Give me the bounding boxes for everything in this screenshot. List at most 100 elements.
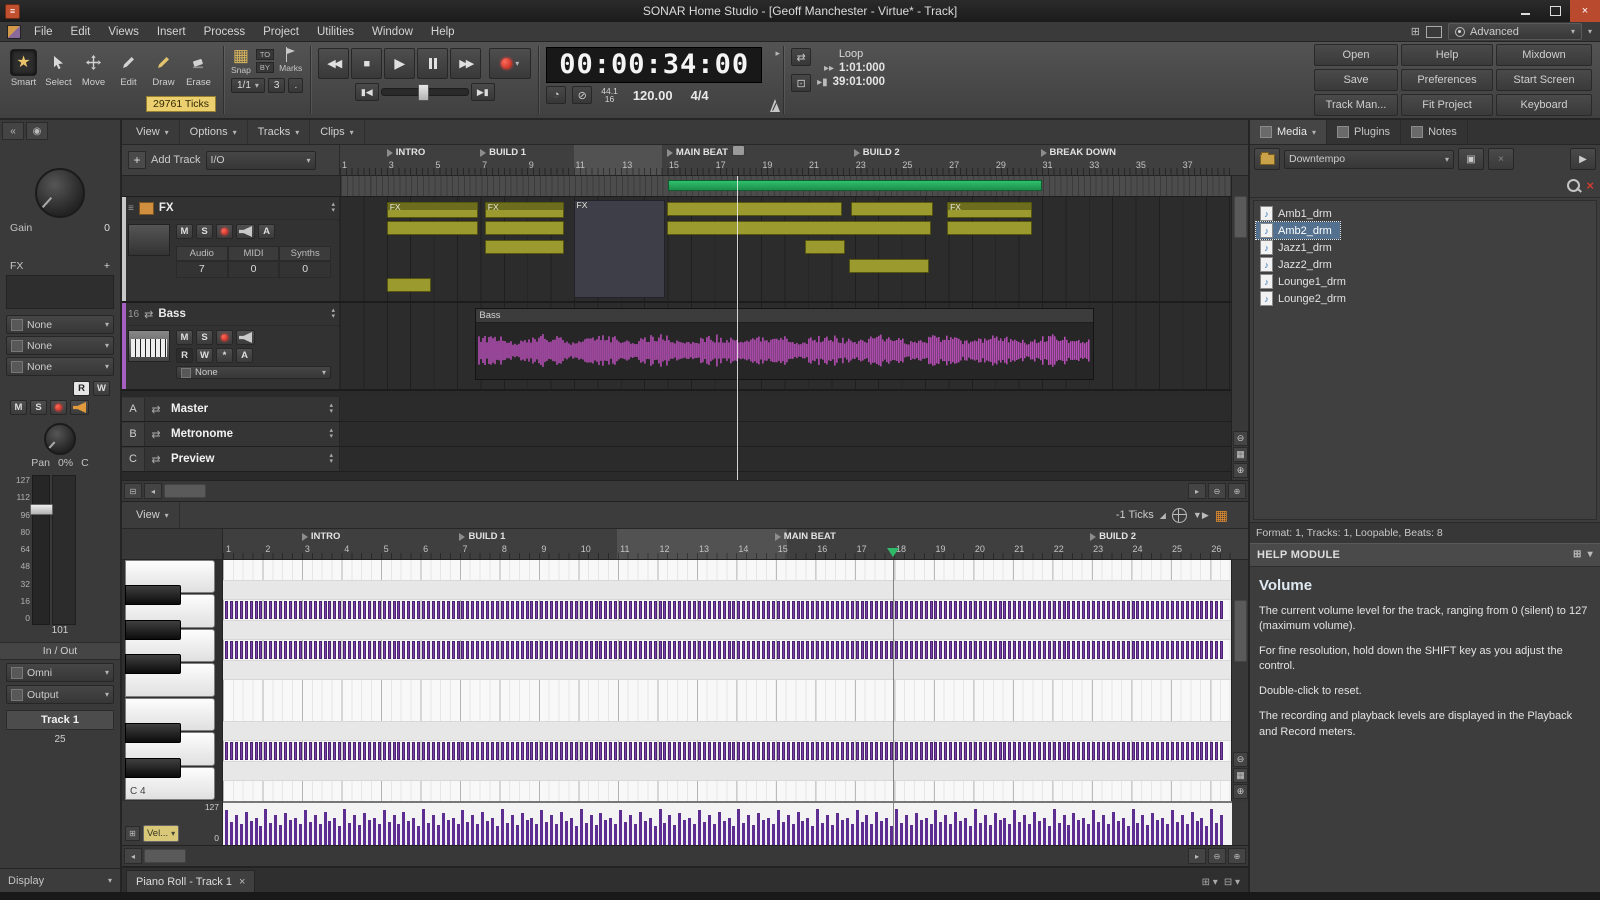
- tool-select[interactable]: Select: [41, 46, 76, 88]
- preview-play-button[interactable]: ▶: [1570, 148, 1596, 170]
- velocity-bar[interactable]: [1092, 810, 1095, 845]
- midi-note[interactable]: [732, 742, 735, 760]
- midi-note[interactable]: [728, 601, 731, 619]
- section-marker[interactable]: BREAK DOWN: [1041, 147, 1117, 158]
- midi-note[interactable]: [250, 641, 253, 659]
- midi-note[interactable]: [1043, 641, 1046, 659]
- midi-note[interactable]: [1102, 601, 1105, 619]
- midi-note[interactable]: [230, 641, 233, 659]
- midi-note[interactable]: [511, 742, 514, 760]
- midi-note[interactable]: [550, 601, 553, 619]
- midi-note[interactable]: [772, 601, 775, 619]
- loop-region-bar[interactable]: [668, 180, 1042, 191]
- midi-note[interactable]: [708, 742, 711, 760]
- file-item[interactable]: ♪Amb2_drm: [1256, 222, 1340, 239]
- midi-note[interactable]: [678, 601, 681, 619]
- midi-note[interactable]: [530, 601, 533, 619]
- velocity-bar[interactable]: [491, 818, 494, 845]
- midi-note[interactable]: [299, 742, 302, 760]
- midi-note[interactable]: [949, 601, 952, 619]
- velocity-bar[interactable]: [1043, 818, 1046, 845]
- midi-note[interactable]: [925, 601, 928, 619]
- velocity-bar[interactable]: [1087, 824, 1090, 845]
- black-key[interactable]: [125, 723, 181, 743]
- midi-note[interactable]: [959, 641, 962, 659]
- midi-note[interactable]: [644, 601, 647, 619]
- zoom-in-button[interactable]: ⊕: [1233, 463, 1248, 478]
- velocity-bar[interactable]: [905, 815, 908, 845]
- midi-note[interactable]: [797, 641, 800, 659]
- midi-note[interactable]: [673, 601, 676, 619]
- velocity-bar[interactable]: [624, 822, 627, 845]
- midi-note[interactable]: [1003, 641, 1006, 659]
- midi-note[interactable]: [412, 742, 415, 760]
- midi-note[interactable]: [560, 601, 563, 619]
- midi-note[interactable]: [565, 641, 568, 659]
- midi-note[interactable]: [831, 641, 834, 659]
- midi-note[interactable]: [304, 601, 307, 619]
- velocity-bar[interactable]: [447, 820, 450, 845]
- midi-note[interactable]: [1043, 601, 1046, 619]
- midi-note[interactable]: [634, 742, 637, 760]
- hzoom-out-button[interactable]: ⊖: [1208, 848, 1226, 864]
- midi-note[interactable]: [801, 601, 804, 619]
- midi-note[interactable]: [501, 601, 504, 619]
- midi-note[interactable]: [1072, 641, 1075, 659]
- midi-note[interactable]: [1196, 641, 1199, 659]
- black-key[interactable]: [125, 654, 181, 674]
- midi-note[interactable]: [407, 641, 410, 659]
- midi-note[interactable]: [491, 601, 494, 619]
- midi-note[interactable]: [821, 641, 824, 659]
- midi-note[interactable]: [1058, 742, 1061, 760]
- file-item[interactable]: ♪Amb1_drm: [1256, 205, 1340, 222]
- midi-note[interactable]: [314, 601, 317, 619]
- midi-note[interactable]: [437, 742, 440, 760]
- punch-icon[interactable]: ⊡: [791, 74, 811, 92]
- midi-note[interactable]: [259, 601, 262, 619]
- midi-note[interactable]: [338, 641, 341, 659]
- velocity-bar[interactable]: [1196, 821, 1199, 845]
- midi-note[interactable]: [999, 601, 1002, 619]
- clear-button[interactable]: ×: [1488, 148, 1514, 170]
- midi-note[interactable]: [737, 601, 740, 619]
- midi-note[interactable]: [861, 641, 864, 659]
- midi-note[interactable]: [1210, 742, 1213, 760]
- bass-lane[interactable]: Bass: [340, 303, 1232, 389]
- velocity-bar[interactable]: [1220, 815, 1223, 845]
- velocity-bar[interactable]: [787, 815, 790, 845]
- send-slot-1[interactable]: None▾: [6, 315, 114, 334]
- midi-note[interactable]: [1013, 601, 1016, 619]
- midi-note[interactable]: [289, 641, 292, 659]
- velocity-bar[interactable]: [516, 825, 519, 845]
- midi-note[interactable]: [491, 742, 494, 760]
- velocity-bar[interactable]: [565, 821, 568, 845]
- midi-note[interactable]: [388, 601, 391, 619]
- midi-note[interactable]: [1112, 742, 1115, 760]
- midi-note[interactable]: [1161, 742, 1164, 760]
- midi-note[interactable]: [979, 742, 982, 760]
- midi-note[interactable]: [595, 742, 598, 760]
- midi-note[interactable]: [1132, 641, 1135, 659]
- track-name[interactable]: Track 1: [6, 710, 114, 730]
- tool-draw[interactable]: Draw: [146, 46, 181, 88]
- preferences-button[interactable]: Preferences: [1401, 69, 1493, 91]
- velocity-bar[interactable]: [501, 809, 504, 845]
- midi-note[interactable]: [659, 601, 662, 619]
- midi-note[interactable]: [1141, 641, 1144, 659]
- midi-note[interactable]: [274, 641, 277, 659]
- velocity-bar[interactable]: [1122, 818, 1125, 845]
- midi-note[interactable]: [540, 641, 543, 659]
- midi-note[interactable]: [1058, 641, 1061, 659]
- midi-note[interactable]: [1067, 641, 1070, 659]
- midi-note[interactable]: [1077, 742, 1080, 760]
- velocity-bar[interactable]: [383, 810, 386, 845]
- midi-note[interactable]: [989, 641, 992, 659]
- midi-note[interactable]: [358, 742, 361, 760]
- midi-note[interactable]: [1117, 742, 1120, 760]
- midi-note[interactable]: [895, 742, 898, 760]
- velocity-bar[interactable]: [811, 826, 814, 845]
- midi-note[interactable]: [1038, 742, 1041, 760]
- velocity-bar[interactable]: [984, 815, 987, 845]
- section-marker[interactable]: BUILD 1: [480, 147, 526, 158]
- midi-note[interactable]: [1048, 742, 1051, 760]
